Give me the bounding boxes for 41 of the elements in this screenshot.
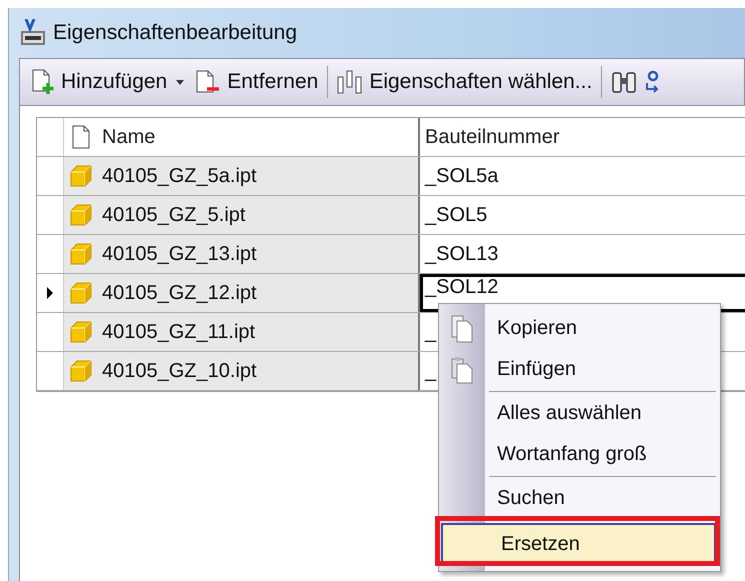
document-plus-icon — [31, 69, 55, 95]
table-cell: _SOL5a — [425, 164, 498, 188]
cube-icon — [70, 204, 92, 226]
cube-icon — [70, 321, 92, 343]
dropdown-caret-icon[interactable] — [176, 80, 184, 84]
table-cell: 40105_GZ_10.ipt — [98, 352, 420, 390]
table-cell: 40105_GZ_12.ipt — [98, 274, 420, 312]
current-row-icon — [47, 287, 53, 299]
add-button[interactable]: Hinzufügen — [28, 67, 170, 97]
menu-item[interactable]: Suchen — [439, 478, 716, 519]
table-cell: _SOL5 — [425, 204, 488, 226]
table-cell: _ — [425, 320, 436, 344]
table-row[interactable]: 40105_GZ_13.ipt _SOL13 — [37, 235, 745, 274]
table-cell: 40105_GZ_13.ipt — [98, 235, 420, 273]
columns-icon — [337, 69, 364, 95]
copy-icon — [451, 314, 473, 342]
cube-icon — [70, 165, 92, 187]
cube-icon — [70, 243, 92, 265]
table-row[interactable]: 40105_GZ_5a.ipt _SOL5a — [37, 157, 745, 196]
table-cell: _ — [425, 360, 436, 382]
remove-button[interactable]: Entfernen — [192, 68, 322, 96]
paste-icon — [451, 356, 473, 384]
select-properties-button[interactable]: Eigenschaften wählen... — [334, 67, 596, 97]
document-icon — [72, 125, 90, 149]
table-cell: _SOL13 — [425, 242, 498, 266]
binoculars-icon — [611, 70, 638, 94]
window-title: Eigenschaftenbearbeitung — [53, 21, 298, 45]
cube-icon — [70, 282, 92, 304]
menu-item[interactable]: Alles auswählen — [439, 393, 716, 434]
document-minus-icon — [195, 70, 222, 94]
table-cell: 40105_GZ_11.ipt — [98, 313, 420, 351]
menu-item[interactable]: Wortanfang groß — [439, 434, 716, 475]
menu-item[interactable]: Einfügen — [439, 349, 716, 390]
table-cell: _SOL12 — [425, 276, 498, 298]
table-cell: 40105_GZ_5.ipt — [98, 196, 420, 234]
cube-icon — [70, 360, 92, 382]
app-logo-icon — [21, 19, 45, 47]
table-cell: 40105_GZ_5a.ipt — [98, 157, 420, 195]
table-row[interactable]: 40105_GZ_5.ipt _SOL5 — [37, 196, 745, 235]
column-header[interactable]: Bauteilnummer — [420, 118, 745, 156]
table-row[interactable]: 40105_GZ_12.ipt _SOL12 — [37, 274, 745, 313]
